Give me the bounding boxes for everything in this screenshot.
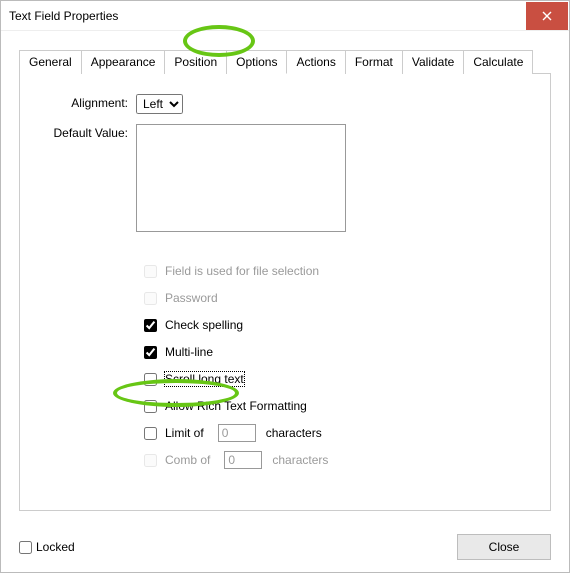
scroll-long-text-checkbox[interactable] bbox=[144, 373, 157, 386]
comb-of-label: Comb of bbox=[165, 453, 210, 467]
limit-chars-label: characters bbox=[266, 426, 322, 440]
limit-of-checkbox[interactable] bbox=[144, 427, 157, 440]
locked-label: Locked bbox=[36, 540, 75, 554]
tab-options[interactable]: Options bbox=[227, 50, 287, 74]
options-panel: Alignment: Left Default Value: Field is … bbox=[19, 73, 551, 511]
check-spelling-checkbox[interactable] bbox=[144, 319, 157, 332]
window-title: Text Field Properties bbox=[9, 9, 526, 23]
multiline-checkbox[interactable] bbox=[144, 346, 157, 359]
limit-of-label: Limit of bbox=[165, 426, 204, 440]
file-selection-label: Field is used for file selection bbox=[165, 264, 319, 278]
check-spelling-label: Check spelling bbox=[165, 318, 243, 332]
comb-of-checkbox bbox=[144, 454, 157, 467]
allow-rtf-checkbox[interactable] bbox=[144, 400, 157, 413]
locked-checkbox[interactable] bbox=[19, 541, 32, 554]
tab-validate[interactable]: Validate bbox=[403, 50, 464, 74]
limit-value-input bbox=[218, 424, 256, 442]
tab-appearance[interactable]: Appearance bbox=[82, 50, 166, 74]
comb-chars-label: characters bbox=[272, 453, 328, 467]
password-label: Password bbox=[165, 291, 218, 305]
options-group: Field is used for file selection Passwor… bbox=[144, 262, 530, 469]
dialog-body: General Appearance Position Options Acti… bbox=[1, 31, 569, 522]
allow-rtf-label: Allow Rich Text Formatting bbox=[165, 399, 307, 413]
dialog-window: Text Field Properties General Appearance… bbox=[0, 0, 570, 573]
alignment-label: Alignment: bbox=[40, 94, 136, 110]
default-value-textarea[interactable] bbox=[136, 124, 346, 232]
default-value-label: Default Value: bbox=[40, 124, 136, 140]
footer: Locked Close bbox=[1, 522, 569, 572]
password-checkbox bbox=[144, 292, 157, 305]
tab-calculate[interactable]: Calculate bbox=[464, 50, 533, 74]
file-selection-checkbox bbox=[144, 265, 157, 278]
scroll-long-text-label: Scroll long text bbox=[165, 372, 244, 386]
comb-value-input bbox=[224, 451, 262, 469]
tab-format[interactable]: Format bbox=[346, 50, 403, 74]
alignment-select[interactable]: Left bbox=[136, 94, 183, 114]
multiline-label: Multi-line bbox=[165, 345, 213, 359]
tab-actions[interactable]: Actions bbox=[287, 50, 345, 74]
tab-position[interactable]: Position bbox=[165, 50, 227, 74]
close-icon[interactable] bbox=[526, 2, 568, 30]
tabbar: General Appearance Position Options Acti… bbox=[19, 49, 551, 73]
titlebar: Text Field Properties bbox=[1, 1, 569, 31]
close-button[interactable]: Close bbox=[457, 534, 551, 560]
tab-general[interactable]: General bbox=[19, 50, 82, 74]
